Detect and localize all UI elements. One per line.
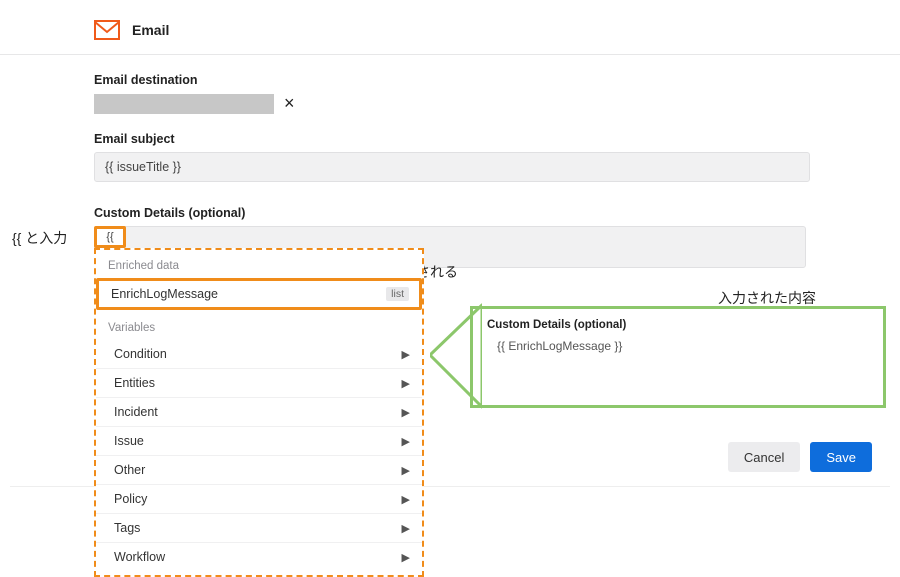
ac-item-enrichlogmessage[interactable]: EnrichLogMessage list: [96, 278, 422, 310]
email-subject-input[interactable]: [94, 152, 810, 182]
result-label: Custom Details (optional): [487, 319, 869, 331]
ac-item-workflow[interactable]: Workflow ▶: [96, 542, 422, 571]
ac-section-enriched: Enriched data: [96, 250, 422, 278]
ac-item-badge: list: [386, 287, 409, 301]
chevron-right-icon: ▶: [402, 435, 410, 448]
email-destination-label: Email destination: [94, 73, 810, 87]
autocomplete-panel: Enriched data EnrichLogMessage list Vari…: [94, 248, 424, 577]
typed-token-highlight: {{: [94, 226, 126, 248]
chevron-right-icon: ▶: [402, 406, 410, 419]
ac-item-policy[interactable]: Policy ▶: [96, 484, 422, 513]
annotation-typed: {{ と入力: [12, 228, 67, 248]
chevron-right-icon: ▶: [402, 464, 410, 477]
ac-item-tags[interactable]: Tags ▶: [96, 513, 422, 542]
ac-item-condition[interactable]: Condition ▶: [96, 340, 422, 368]
typed-token: {{: [106, 231, 113, 243]
chevron-right-icon: ▶: [402, 348, 410, 361]
email-destination-input[interactable]: [94, 94, 274, 114]
chevron-right-icon: ▶: [402, 493, 410, 506]
ac-item-other[interactable]: Other ▶: [96, 455, 422, 484]
cancel-button[interactable]: Cancel: [728, 442, 800, 472]
chevron-right-icon: ▶: [402, 522, 410, 535]
email-subject-label: Email subject: [94, 132, 810, 146]
save-button[interactable]: Save: [810, 442, 872, 472]
clear-destination-icon[interactable]: ×: [284, 93, 295, 114]
ac-item-incident[interactable]: Incident ▶: [96, 397, 422, 426]
email-icon: [94, 20, 120, 40]
annotation-result: 入力された内容: [718, 288, 816, 308]
ac-item-issue[interactable]: Issue ▶: [96, 426, 422, 455]
connector-shape: [430, 303, 482, 409]
custom-details-label: Custom Details (optional): [94, 206, 810, 220]
chevron-right-icon: ▶: [402, 551, 410, 564]
result-panel: Custom Details (optional) {{ EnrichLogMe…: [470, 306, 886, 408]
ac-item-entities[interactable]: Entities ▶: [96, 368, 422, 397]
ac-item-label: EnrichLogMessage: [111, 287, 218, 301]
chevron-right-icon: ▶: [402, 377, 410, 390]
result-value: {{ EnrichLogMessage }}: [487, 339, 869, 353]
ac-section-variables: Variables: [96, 316, 422, 340]
section-title: Email: [132, 22, 169, 38]
